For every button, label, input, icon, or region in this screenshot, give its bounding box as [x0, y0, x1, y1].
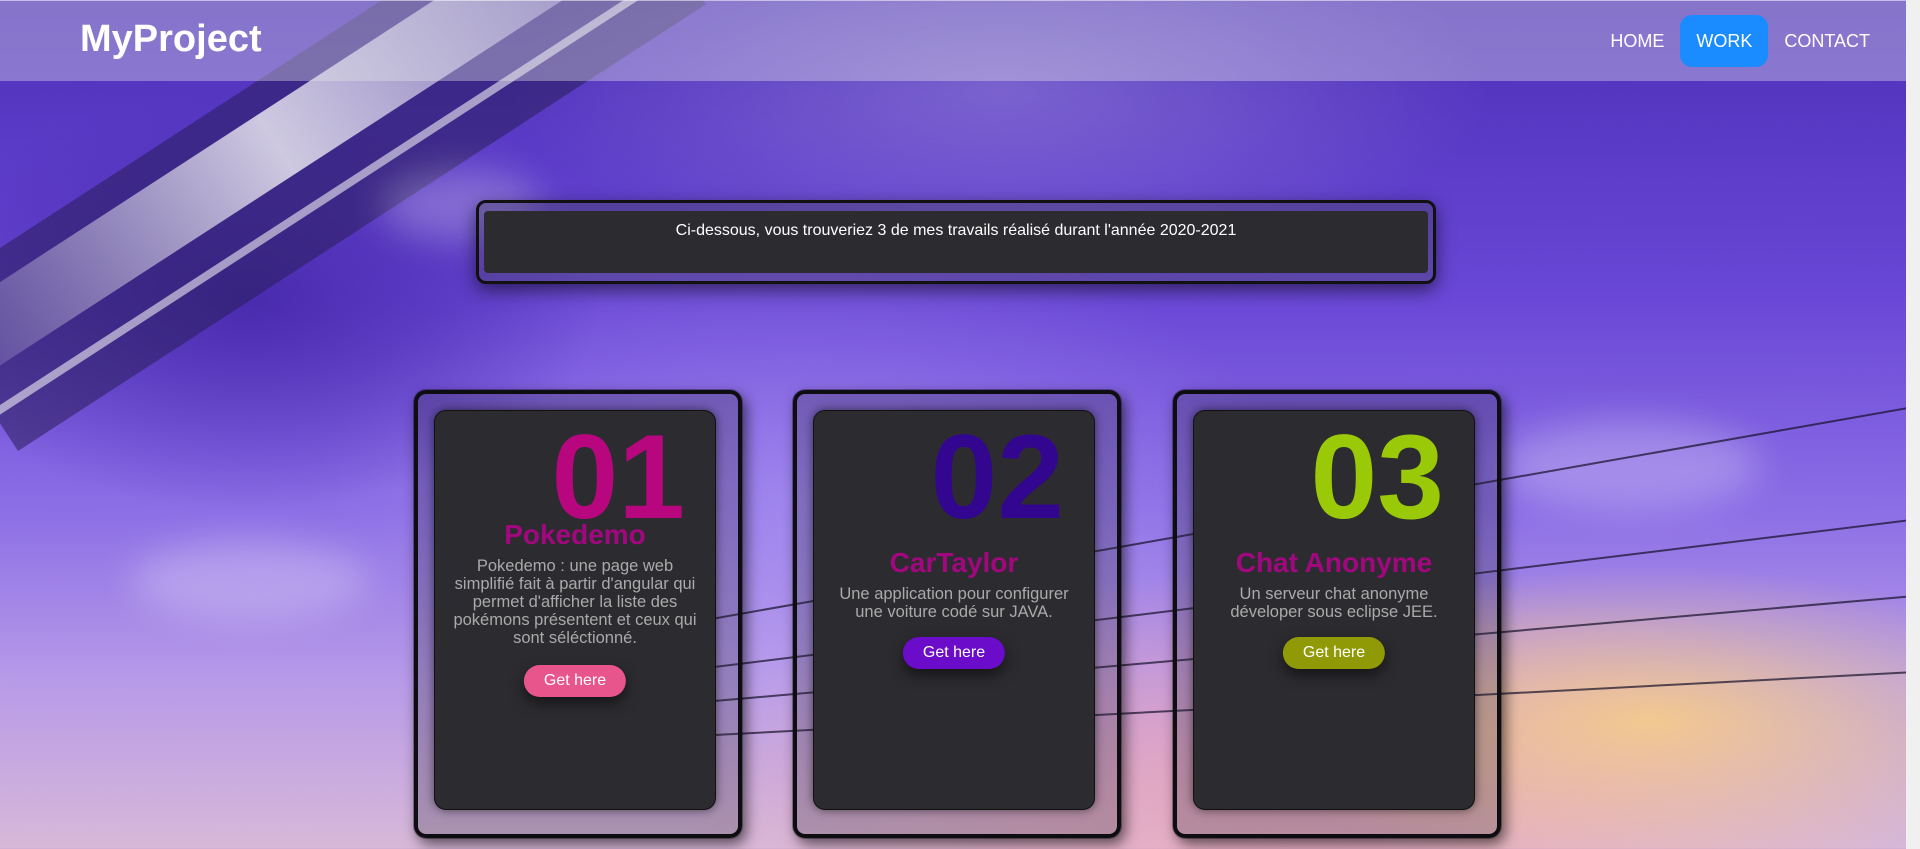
project-number: 02 — [930, 410, 1064, 544]
nav-menu: HOME WORK CONTACT — [1594, 15, 1886, 67]
project-number: 03 — [1310, 410, 1444, 544]
nav-home-link[interactable]: HOME — [1594, 15, 1680, 67]
nav-contact-link[interactable]: CONTACT — [1768, 15, 1886, 67]
get-here-button[interactable]: Get here — [902, 637, 1006, 669]
project-description: Un serveur chat anonyme déveloper sous e… — [1230, 585, 1438, 621]
intro-text: Ci-dessous, vous trouveriez 3 de mes tra… — [675, 222, 1237, 239]
get-here-button[interactable]: Get here — [523, 665, 627, 697]
project-card-chat-anonyme: 03 Chat Anonyme Un serveur chat anonyme … — [1173, 390, 1501, 838]
project-card-cartaylor: 02 CarTaylor Une application pour config… — [793, 390, 1121, 838]
project-description: Pokedemo : une page web simplifié fait à… — [453, 557, 697, 647]
get-here-button[interactable]: Get here — [1282, 637, 1386, 669]
nav-work-link[interactable]: WORK — [1680, 15, 1769, 67]
project-title: Chat Anonyme — [1235, 547, 1433, 578]
page-scrollbar[interactable] — [1906, 0, 1920, 849]
project-card-pokedemo: 01 Pokedemo Pokedemo : une page web simp… — [414, 390, 742, 838]
brand-logo[interactable]: MyProject — [80, 18, 262, 61]
project-title: Pokedemo — [504, 519, 646, 550]
project-description: Une application pour configurer une voit… — [839, 585, 1069, 621]
intro-box: Ci-dessous, vous trouveriez 3 de mes tra… — [476, 200, 1436, 284]
navbar: MyProject HOME WORK CONTACT — [0, 0, 1906, 81]
project-title: CarTaylor — [889, 547, 1019, 578]
